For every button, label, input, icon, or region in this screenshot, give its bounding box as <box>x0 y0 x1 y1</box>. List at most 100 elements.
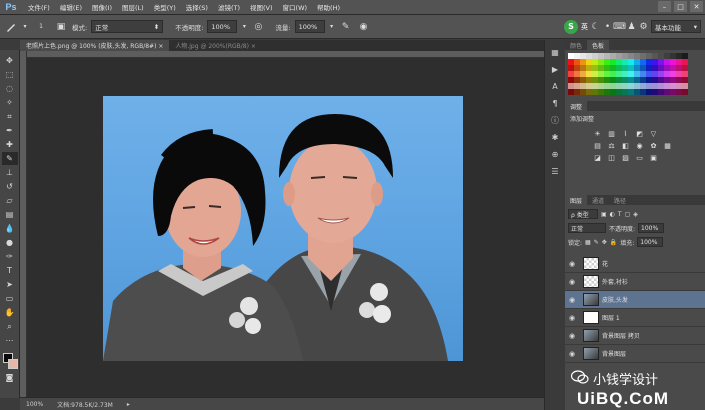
ime-logo-icon[interactable]: S <box>564 19 578 34</box>
color-lookup-icon[interactable]: ▦ <box>663 141 672 150</box>
tab-document-2[interactable]: 人物.jpg @ 200%(RGB/8) × <box>169 40 262 51</box>
fill-input[interactable]: 100% <box>637 237 664 247</box>
layer-row[interactable]: ◉ 背景图层 <box>565 345 705 363</box>
eye-icon[interactable]: ◉ <box>565 278 579 286</box>
filter-adjust-icon[interactable]: ◐ <box>610 211 615 218</box>
layer-row[interactable]: ◉ 背景图层 拷贝 <box>565 327 705 345</box>
eye-icon[interactable]: ◉ <box>565 260 579 268</box>
tab-swatches[interactable]: 色板 <box>587 40 610 50</box>
flow-input[interactable]: 100% <box>294 20 325 33</box>
quick-mask-icon[interactable]: ◙ <box>2 371 18 384</box>
eyedropper-tool-icon[interactable]: ✒ <box>2 124 18 137</box>
exposure-icon[interactable]: ◩ <box>635 129 644 138</box>
opacity-input[interactable]: 100% <box>207 20 238 33</box>
brush-presets-icon[interactable]: ✱ <box>548 131 563 144</box>
layer-name[interactable]: 外套,衬衫 <box>602 277 628 286</box>
chevron-down-icon[interactable]: ▾ <box>329 20 335 34</box>
moon-icon[interactable]: ☾ <box>591 20 600 34</box>
clone-source-icon[interactable]: ⊕ <box>548 148 563 161</box>
gradient-tool-icon[interactable]: ▤ <box>2 208 18 221</box>
character-icon[interactable]: A <box>548 80 563 93</box>
menu-edit[interactable]: 编辑(E) <box>55 2 87 12</box>
pressure-opacity-icon[interactable]: ◎ <box>251 20 265 34</box>
minimize-button[interactable]: – <box>658 1 671 12</box>
brightness-icon[interactable]: ☀ <box>593 129 602 138</box>
filter-type-icon[interactable]: T <box>618 211 622 218</box>
brush-panel-icon[interactable]: ▣ <box>54 20 68 34</box>
marquee-tool-icon[interactable]: ⬚ <box>2 68 18 81</box>
filter-pixel-icon[interactable]: ▣ <box>601 211 607 218</box>
color-balance-icon[interactable]: ⚖ <box>607 141 616 150</box>
color-swatches[interactable] <box>2 352 18 370</box>
zoom-tool-icon[interactable]: ⌕ <box>2 320 18 333</box>
chevron-down-icon[interactable]: ▾ <box>241 20 247 34</box>
eye-icon[interactable]: ◉ <box>565 314 579 322</box>
selective-color-icon[interactable]: ▣ <box>649 153 658 162</box>
actions-icon[interactable]: ▶ <box>548 63 563 76</box>
menu-window[interactable]: 窗口(W) <box>278 2 313 12</box>
keyboard-icon[interactable]: ⌨ <box>613 20 626 34</box>
menu-view[interactable]: 视图(V) <box>245 2 278 12</box>
zoom-level[interactable]: 100% <box>26 401 43 408</box>
background-color[interactable] <box>7 359 18 369</box>
filter-shape-icon[interactable]: ▢ <box>625 211 631 218</box>
curves-icon[interactable]: ⌇ <box>621 129 630 138</box>
chevron-down-icon[interactable]: ▾ <box>22 20 28 34</box>
levels-icon[interactable]: ▥ <box>607 129 616 138</box>
posterize-icon[interactable]: ◫ <box>607 153 616 162</box>
tool-presets-icon[interactable]: ☰ <box>548 165 563 178</box>
brush-preset-icon[interactable]: 1 <box>32 20 50 34</box>
pressure-size-icon[interactable]: ◉ <box>357 20 371 34</box>
layer-row[interactable]: ◉ 图层 1 <box>565 309 705 327</box>
layer-name[interactable]: 图层 1 <box>602 313 620 322</box>
healing-brush-tool-icon[interactable]: ✚ <box>2 138 18 151</box>
tab-document-1[interactable]: 老照片上色.png @ 100% (皮肤,头发, RGB/8#) × <box>20 40 170 51</box>
menu-image[interactable]: 图像(I) <box>87 2 117 12</box>
eye-icon[interactable]: ◉ <box>565 332 579 340</box>
tab-color[interactable]: 颜色 <box>565 40 587 50</box>
crop-tool-icon[interactable]: ⌗ <box>2 110 18 123</box>
hue-saturation-icon[interactable]: ▤ <box>593 141 602 150</box>
brush-tool-icon[interactable]: ✎ <box>1 152 18 165</box>
swatch-cell[interactable] <box>682 89 688 95</box>
airbrush-icon[interactable]: ✎ <box>339 20 353 34</box>
eye-icon[interactable]: ◉ <box>565 296 579 304</box>
lock-all-icon[interactable]: 🔒 <box>610 239 617 246</box>
tab-channels[interactable]: 通道 <box>587 195 609 205</box>
lock-pixels-icon[interactable]: ✎ <box>594 239 599 246</box>
tab-adjustments[interactable]: 调整 <box>565 101 588 111</box>
mode-select[interactable]: 正常 ⬍ <box>91 20 164 33</box>
dodge-tool-icon[interactable]: ● <box>2 236 18 249</box>
settings-icon[interactable]: ⚙ <box>639 20 648 34</box>
layer-row[interactable]: ◉ 外套,衬衫 <box>565 273 705 291</box>
photo-filter-icon[interactable]: ◉ <box>635 141 644 150</box>
layer-filter-select[interactable]: ρ 类型 <box>568 209 598 219</box>
layer-row-selected[interactable]: ◉ 皮肤,头发 <box>565 291 705 309</box>
menu-filter[interactable]: 滤镜(T) <box>213 2 245 12</box>
history-icon[interactable]: ▦ <box>548 46 563 59</box>
layer-row[interactable]: ◉ 花 <box>565 255 705 273</box>
paragraph-icon[interactable]: ¶ <box>548 97 563 110</box>
clone-stamp-tool-icon[interactable]: ⊥ <box>2 166 18 179</box>
black-white-icon[interactable]: ◧ <box>621 141 630 150</box>
path-select-tool-icon[interactable]: ➤ <box>2 278 18 291</box>
hand-tool-icon[interactable]: ✋ <box>2 306 18 319</box>
lock-position-icon[interactable]: ✥ <box>602 239 607 246</box>
menu-type[interactable]: 类型(Y) <box>149 2 181 12</box>
layer-name[interactable]: 背景图层 拷贝 <box>602 331 640 340</box>
chevron-right-icon[interactable]: ▸ <box>127 401 130 408</box>
invert-icon[interactable]: ◪ <box>593 153 602 162</box>
close-button[interactable]: ✕ <box>690 1 703 12</box>
eye-icon[interactable]: ◉ <box>565 350 579 358</box>
filter-smart-icon[interactable]: ◈ <box>633 211 638 218</box>
tab-layers[interactable]: 图层 <box>565 195 588 205</box>
menu-file[interactable]: 文件(F) <box>23 2 55 12</box>
gradient-map-icon[interactable]: ▭ <box>635 153 644 162</box>
swatch-grid[interactable] <box>568 53 688 95</box>
tab-paths[interactable]: 路径 <box>609 195 631 205</box>
blend-mode-select[interactable]: 正常 <box>568 223 606 233</box>
move-tool-icon[interactable]: ✥ <box>2 54 18 67</box>
channel-mixer-icon[interactable]: ✿ <box>649 141 658 150</box>
menu-select[interactable]: 选择(S) <box>181 2 213 12</box>
layer-name[interactable]: 背景图层 <box>602 349 626 358</box>
